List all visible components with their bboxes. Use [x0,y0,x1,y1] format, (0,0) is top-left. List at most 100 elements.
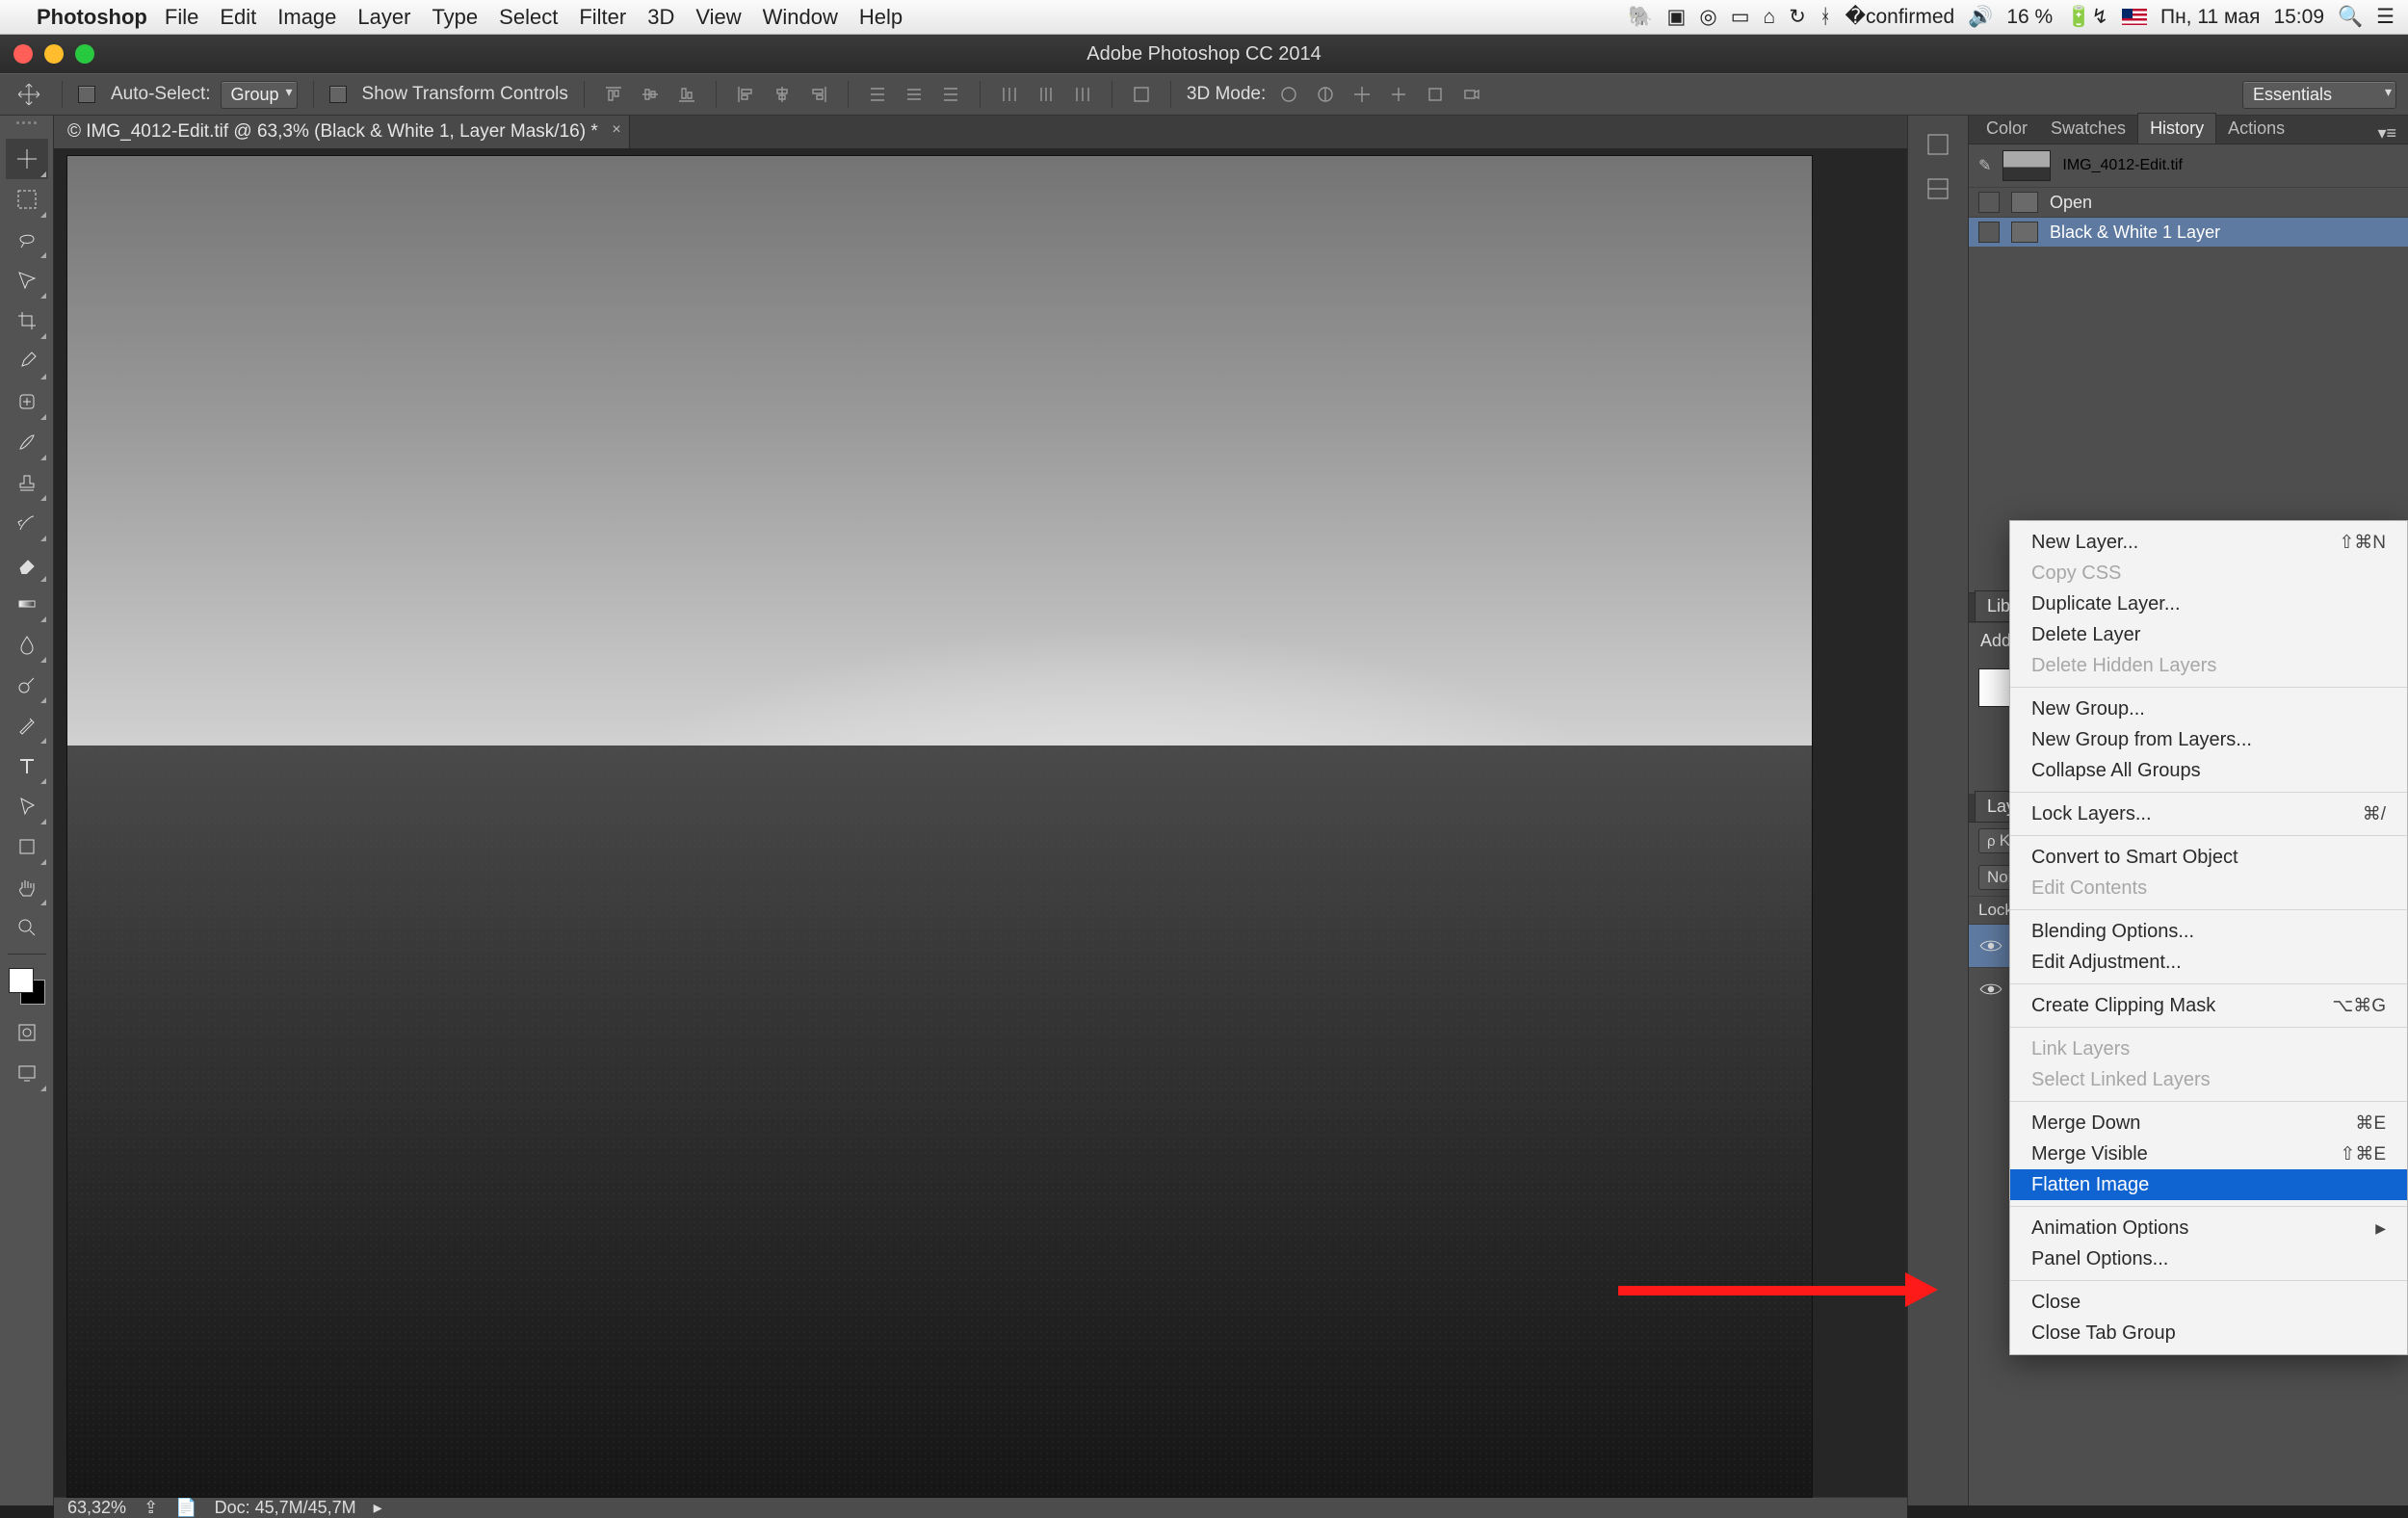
path-select-tool[interactable] [6,786,48,826]
3d-pan-icon[interactable] [1348,82,1375,107]
collapsed-panel-icon-1[interactable] [1919,125,1957,164]
zoom-tool[interactable] [6,907,48,948]
align-right-icon[interactable] [805,82,832,107]
share-icon[interactable]: ⇪ [144,1498,158,1518]
menu-3d[interactable]: 3D [647,5,674,30]
history-brush-tool[interactable] [6,503,48,543]
color-swatch[interactable] [9,968,45,1005]
3d-scale-icon[interactable] [1422,82,1449,107]
display-icon[interactable]: ▭ [1731,5,1750,29]
context-menu-item[interactable]: Duplicate Layer... [2010,589,2407,619]
tab-swatches[interactable]: Swatches [2039,114,2137,144]
context-menu-item[interactable]: Merge Visible⇧⌘E [2010,1138,2407,1169]
auto-select-checkbox[interactable] [78,86,95,103]
input-flag-icon[interactable] [2122,9,2147,25]
eraser-tool[interactable] [6,543,48,584]
3d-camera-icon[interactable] [1458,82,1485,107]
history-source-checkbox[interactable] [1978,192,2000,213]
context-menu-item[interactable]: Convert to Smart Object [2010,842,2407,873]
quick-mask-tool[interactable] [6,1012,48,1053]
history-snapshot-thumb[interactable] [2002,150,2051,181]
history-brush-source-icon[interactable]: ✎ [1978,156,1991,175]
battery-text[interactable]: 16 % [2006,6,2053,29]
show-transform-checkbox[interactable] [329,86,347,103]
crop-tool[interactable] [6,301,48,341]
canvas[interactable] [67,156,1812,1497]
distribute-right-icon[interactable] [1069,82,1096,107]
menu-help[interactable]: Help [859,5,903,30]
distribute-bottom-icon[interactable] [937,82,964,107]
type-tool[interactable] [6,746,48,786]
align-left-icon[interactable] [732,82,759,107]
distribute-top-icon[interactable] [864,82,891,107]
context-menu-item[interactable]: Create Clipping Mask⌥⌘G [2010,990,2407,1021]
bluetooth-icon[interactable]: ᚼ [1819,6,1832,29]
context-menu-item[interactable]: New Group... [2010,694,2407,724]
notification-icon[interactable]: ☰ [2376,5,2395,29]
time-text[interactable]: 15:09 [2273,6,2324,29]
context-menu-item[interactable]: New Group from Layers... [2010,724,2407,755]
context-menu-item[interactable]: Close Tab Group [2010,1318,2407,1348]
battery-icon[interactable]: 🔋↯ [2066,5,2108,29]
zoom-level[interactable]: 63,32% [67,1498,126,1518]
marquee-tool[interactable] [6,179,48,220]
distribute-vcenter-icon[interactable] [901,82,928,107]
eye-icon[interactable] [1978,980,2003,999]
menu-window[interactable]: Window [763,5,838,30]
pen-tool[interactable] [6,705,48,746]
auto-select-dropdown[interactable]: Group [221,81,298,109]
context-menu-item[interactable]: New Layer...⇧⌘N [2010,527,2407,558]
close-tab-icon[interactable]: × [612,121,620,139]
auto-align-icon[interactable] [1128,82,1155,107]
app-name[interactable]: Photoshop [37,5,147,30]
timemachine-icon[interactable]: ↻ [1789,5,1806,29]
collapsed-panel-icon-2[interactable] [1919,170,1957,208]
window-close-button[interactable] [13,44,33,64]
menu-file[interactable]: File [165,5,198,30]
move-tool[interactable] [6,139,48,179]
date-text[interactable]: Пн, 11 мая [2160,6,2260,29]
tools-grip[interactable] [6,121,48,133]
tab-color[interactable]: Color [1975,114,2039,144]
context-menu-item[interactable]: Flatten Image [2010,1169,2407,1200]
panel-menu-icon[interactable]: ▾≡ [2371,123,2402,144]
menu-view[interactable]: View [695,5,741,30]
quick-select-tool[interactable] [6,260,48,301]
context-menu-item[interactable]: Delete Layer [2010,619,2407,650]
context-menu-item[interactable]: Animation Options [2010,1213,2407,1243]
context-menu-item[interactable]: Lock Layers...⌘/ [2010,798,2407,829]
document-tab[interactable]: © IMG_4012-Edit.tif @ 63,3% (Black & Whi… [54,116,630,148]
shape-tool[interactable] [6,826,48,867]
blur-tool[interactable] [6,624,48,665]
doc-info-icon[interactable]: 📄 [175,1498,196,1518]
menu-edit[interactable]: Edit [220,5,256,30]
spotlight-icon[interactable]: 🔍 [2338,6,2363,29]
cc-icon[interactable]: ◎ [1699,5,1716,29]
align-vcenter-icon[interactable] [637,82,664,107]
window-maximize-button[interactable] [75,44,94,64]
align-hcenter-icon[interactable] [769,82,796,107]
healing-tool[interactable] [6,381,48,422]
lasso-tool[interactable] [6,220,48,260]
menu-image[interactable]: Image [277,5,336,30]
dropbox-icon[interactable]: ▣ [1667,5,1687,29]
dodge-tool[interactable] [6,665,48,705]
3d-roll-icon[interactable] [1312,82,1339,107]
volume-icon[interactable]: 🔊 [1968,6,1993,29]
gradient-tool[interactable] [6,584,48,624]
menu-layer[interactable]: Layer [357,5,410,30]
history-source-checkbox[interactable] [1978,222,2000,243]
align-bottom-icon[interactable] [673,82,700,107]
airplay-icon[interactable]: ⌂ [1764,6,1776,29]
context-menu-item[interactable]: Edit Adjustment... [2010,947,2407,978]
distribute-left-icon[interactable] [996,82,1023,107]
menu-type[interactable]: Type [432,5,478,30]
context-menu-item[interactable]: Collapse All Groups [2010,755,2407,786]
wifi-icon[interactable]: �confirmed [1845,5,1954,29]
tab-actions[interactable]: Actions [2216,114,2296,144]
evernote-icon[interactable]: 🐘 [1628,6,1653,29]
3d-orbit-icon[interactable] [1275,82,1302,107]
context-menu-item[interactable]: Close [2010,1287,2407,1318]
eyedropper-tool[interactable] [6,341,48,381]
distribute-hcenter-icon[interactable] [1033,82,1060,107]
